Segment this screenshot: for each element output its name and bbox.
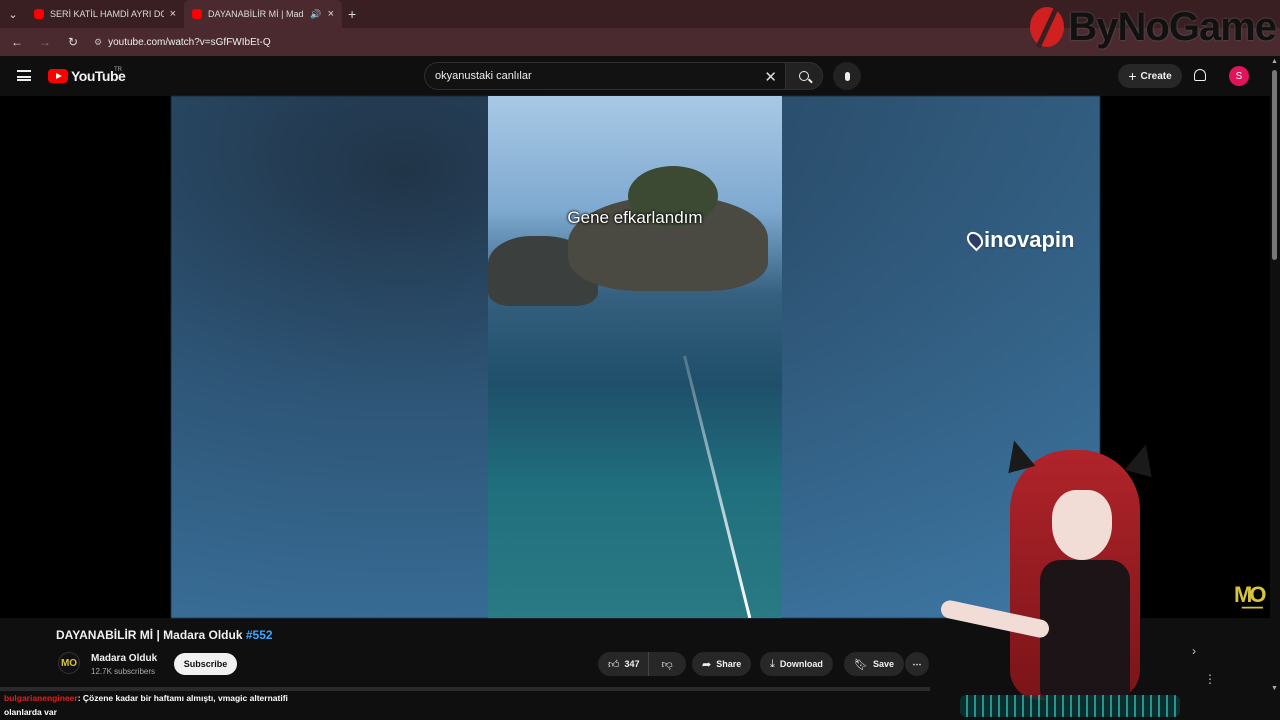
share-button[interactable]: ➦ Share: [692, 652, 752, 676]
clear-search-icon[interactable]: ✕: [764, 68, 777, 86]
channel-name[interactable]: Madara Olduk: [91, 653, 157, 664]
chevron-down-icon: ⌄: [8, 8, 18, 21]
bynogame-watermark: ByNoGame: [1030, 2, 1277, 52]
back-icon[interactable]: ←: [10, 35, 24, 49]
search-icon: [799, 71, 809, 81]
scroll-up-icon[interactable]: ▲: [1271, 58, 1278, 65]
download-label: Download: [779, 659, 823, 669]
url-field[interactable]: ⚙ youtube.com/watch?v=sGfFWIbEt-Q: [94, 37, 271, 48]
subscriber-count: 12.7K subscribers: [91, 667, 156, 676]
youtube-favicon-icon: [34, 9, 44, 19]
vtuber-face: [1052, 490, 1112, 560]
voice-search-button[interactable]: [833, 62, 861, 90]
watermark-text: ByNoGame: [1068, 4, 1277, 49]
title-text: DAYANABİLİR Mİ | Madara Olduk: [56, 628, 246, 642]
close-tab-icon[interactable]: ×: [328, 8, 334, 20]
channel-avatar[interactable]: MO: [58, 652, 80, 674]
create-button[interactable]: + Create: [1118, 64, 1182, 88]
thumbs-up-icon: 👍︎: [608, 658, 620, 671]
subscribe-button[interactable]: Subscribe: [174, 653, 237, 675]
download-button[interactable]: ⤓ Download: [760, 652, 833, 676]
bynogame-logo-icon: [1030, 7, 1065, 47]
search-input[interactable]: okyanustaki canlılar ✕: [424, 62, 786, 90]
youtube-play-icon: [48, 69, 68, 83]
like-dislike-group: 👍︎ 347 👎︎: [598, 652, 686, 676]
speaker-icon[interactable]: 🔊: [310, 9, 321, 20]
keyboard-overlay: [960, 695, 1180, 717]
share-label: Share: [716, 659, 742, 669]
youtube-header: YouTube TR okyanustaki canlılar ✕ + Crea…: [0, 56, 1280, 96]
dislike-button[interactable]: 👎︎: [654, 658, 673, 671]
microphone-icon: [844, 71, 850, 81]
sponsor-text: inovapin: [984, 227, 1075, 252]
create-label: Create: [1140, 70, 1172, 82]
tab-title: DAYANABİLİR Mİ | Madara: [208, 9, 304, 19]
plus-icon: +: [1128, 68, 1137, 84]
tab-title: SERİ KATİL HAMDİ AYRI DOSYA: [50, 9, 164, 19]
youtube-favicon-icon: [192, 9, 202, 19]
video-frame: Gene efkarlandım: [488, 96, 782, 618]
like-count: 347: [624, 659, 640, 669]
account-avatar[interactable]: S: [1229, 66, 1249, 86]
rocky-island: [488, 166, 782, 316]
kebab-menu-icon[interactable]: ⋮: [1204, 672, 1216, 686]
bookmark-icon: 🔖︎: [854, 658, 868, 671]
save-label: Save: [872, 659, 894, 669]
browser-tab-2[interactable]: DAYANABİLİR Mİ | Madara 🔊 ×: [184, 0, 342, 28]
stream-chat-message: bulgarianengineer: Çözene kadar bir haft…: [4, 691, 314, 719]
download-icon: ⤓: [770, 657, 775, 670]
like-button[interactable]: 👍︎ 347: [598, 652, 649, 676]
scroll-down-icon[interactable]: ▼: [1271, 685, 1278, 692]
share-icon: ➦: [702, 658, 712, 671]
reload-icon[interactable]: ↻: [66, 35, 80, 49]
forward-icon[interactable]: →: [38, 35, 52, 49]
vtuber-avatar-overlay: [939, 436, 1210, 720]
vtuber-body: [1040, 560, 1130, 700]
search-value: okyanustaki canlılar: [435, 70, 532, 82]
hashtag-link[interactable]: #552: [246, 628, 273, 642]
url-text: youtube.com/watch?v=sGfFWIbEt-Q: [108, 36, 271, 48]
video-title: DAYANABİLİR Mİ | Madara Olduk #552: [56, 628, 273, 642]
region-code: TR: [114, 67, 122, 73]
channel-watermark: M͟O: [1234, 582, 1267, 607]
save-button[interactable]: 🔖︎ Save: [844, 652, 904, 676]
close-tab-icon[interactable]: ×: [170, 8, 176, 20]
video-caption: Gene efkarlandım: [567, 208, 703, 227]
cat-ear-right: [1124, 440, 1160, 478]
browser-tab-1[interactable]: SERİ KATİL HAMDİ AYRI DOSYA ×: [26, 0, 184, 28]
more-actions-button[interactable]: ⋯: [905, 652, 929, 676]
search-button[interactable]: [785, 62, 823, 90]
location-pin-icon: [963, 228, 987, 252]
sponsor-logo: inovapin: [963, 227, 1075, 253]
site-info-icon[interactable]: ⚙: [94, 37, 102, 48]
chevron-right-icon[interactable]: ›: [1192, 644, 1196, 658]
new-tab-button[interactable]: +: [348, 6, 356, 22]
menu-icon[interactable]: [17, 70, 31, 81]
tab-search-button[interactable]: ⌄: [0, 0, 26, 28]
page-scrollbar[interactable]: ▲ ▼: [1270, 56, 1280, 720]
thumbs-down-icon: 👎︎: [661, 658, 673, 671]
notifications-bell-icon[interactable]: [1194, 69, 1206, 81]
boat-wake: [683, 355, 752, 618]
chat-username: bulgarianengineer: [4, 693, 78, 703]
scrollbar-thumb[interactable]: [1272, 70, 1277, 260]
